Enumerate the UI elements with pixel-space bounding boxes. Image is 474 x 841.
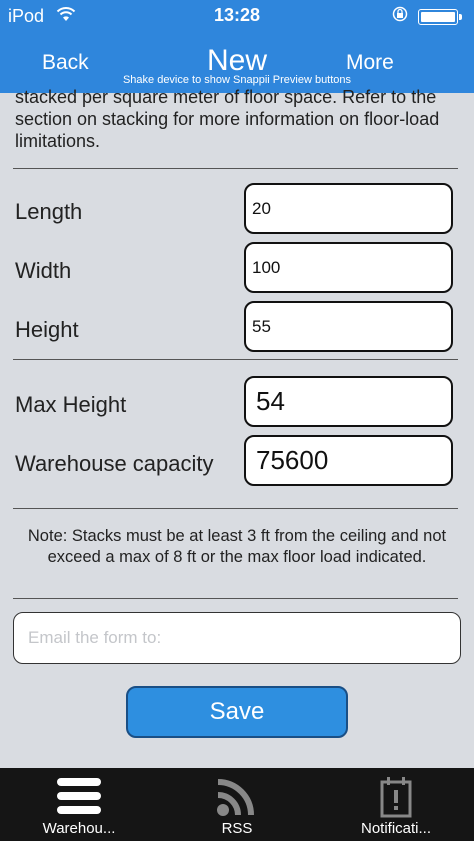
top-bar: iPod 13:28 Back New More Shake device to… — [0, 0, 474, 93]
tab-label: Notificati... — [360, 820, 432, 837]
more-button[interactable]: More — [346, 51, 394, 75]
status-bar: iPod 13:28 — [0, 0, 474, 32]
length-input[interactable]: 20 — [244, 183, 453, 234]
length-label: Length — [15, 199, 83, 224]
divider — [13, 508, 458, 509]
divider — [13, 359, 458, 360]
rss-icon — [217, 779, 254, 816]
warehouse-capacity-field[interactable]: 75600 — [244, 435, 453, 486]
notification-icon — [380, 777, 412, 818]
menu-icon — [57, 778, 101, 814]
max-height-label: Max Height — [15, 392, 127, 417]
height-label: Height — [15, 317, 79, 342]
battery-icon — [418, 9, 462, 25]
max-height-field[interactable]: 54 — [244, 376, 453, 427]
rotation-lock-icon — [392, 6, 408, 22]
warehouse-capacity-label: Warehouse capacity — [15, 451, 214, 476]
stacking-note: Note: Stacks must be at least 3 ft from … — [27, 527, 447, 566]
divider — [13, 598, 458, 599]
tab-label: RSS — [221, 820, 253, 837]
tab-notifications[interactable]: Notificati... — [346, 768, 446, 841]
page-title: New — [206, 44, 267, 77]
width-input[interactable]: 100 — [244, 242, 453, 293]
tab-bar: Warehou... RSS Notificati... — [0, 768, 474, 841]
tab-label: Warehou... — [42, 820, 116, 837]
save-button[interactable]: Save — [126, 686, 348, 738]
height-input[interactable]: 55 — [244, 301, 453, 352]
intro-text: stacked per square meter of floor space.… — [15, 87, 440, 151]
width-label: Width — [15, 258, 72, 283]
tab-rss[interactable]: RSS — [190, 768, 284, 841]
divider — [13, 168, 458, 169]
tab-warehouse[interactable]: Warehou... — [22, 768, 136, 841]
email-input[interactable]: Email the form to: — [13, 612, 461, 664]
preview-hint: Shake device to show Snappii Preview but… — [122, 74, 352, 86]
